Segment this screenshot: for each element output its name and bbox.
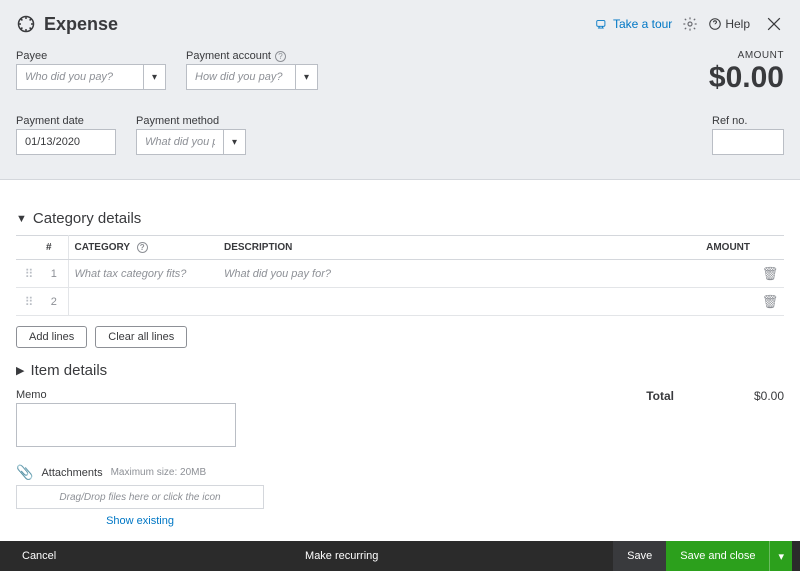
info-icon[interactable]: ?: [137, 242, 148, 253]
memo-textarea[interactable]: [16, 403, 236, 447]
settings-button[interactable]: [682, 16, 698, 32]
add-lines-button[interactable]: Add lines: [16, 326, 87, 348]
save-and-close-button[interactable]: Save and close: [666, 541, 769, 571]
ref-no-label: Ref no.: [712, 115, 784, 127]
help-button[interactable]: Help: [708, 17, 750, 31]
description-cell[interactable]: What did you pay for?: [218, 268, 331, 280]
payment-method-dropdown-button[interactable]: ▾: [224, 129, 246, 155]
attachment-icon[interactable]: 📎: [16, 464, 33, 481]
col-amount: AMOUNT: [676, 236, 756, 260]
expense-icon: [16, 14, 36, 34]
attachment-dropzone[interactable]: Drag/Drop files here or click the icon: [16, 485, 264, 509]
make-recurring-button[interactable]: Make recurring: [70, 541, 613, 571]
tour-icon: [595, 17, 609, 31]
ref-no-input[interactable]: [712, 129, 784, 155]
payment-account-input[interactable]: [186, 64, 296, 90]
clear-lines-button[interactable]: Clear all lines: [95, 326, 187, 348]
payee-input[interactable]: [16, 64, 144, 90]
take-tour-label: Take a tour: [613, 17, 672, 31]
footer-bar: Cancel Make recurring Save Save and clos…: [0, 541, 800, 571]
delete-row-button[interactable]: 🗑: [762, 294, 779, 309]
help-label: Help: [725, 17, 750, 31]
description-cell[interactable]: [218, 296, 224, 308]
close-icon: [764, 14, 784, 34]
amount-label: AMOUNT: [709, 50, 784, 61]
amount-cell[interactable]: [676, 260, 756, 288]
payment-method-label: Payment method: [136, 115, 246, 127]
payee-dropdown-button[interactable]: ▾: [144, 64, 166, 90]
help-icon: [708, 17, 722, 31]
payment-account-label: Payment account ?: [186, 50, 318, 62]
take-tour-link[interactable]: Take a tour: [595, 17, 672, 31]
drag-handle-icon[interactable]: ⠿: [25, 267, 32, 281]
drag-handle-icon[interactable]: ⠿: [25, 295, 32, 309]
attachments-label: Attachments: [41, 467, 102, 479]
category-section-title: Category details: [33, 210, 141, 227]
total-value: $0.00: [734, 389, 784, 403]
close-button[interactable]: [764, 14, 784, 34]
table-row[interactable]: ⠿ 1 What tax category fits? What did you…: [16, 260, 784, 288]
category-cell[interactable]: [69, 296, 75, 308]
table-row[interactable]: ⠿ 2 🗑: [16, 288, 784, 316]
row-num: 2: [40, 288, 68, 316]
gear-icon: [682, 16, 698, 32]
col-num: #: [40, 236, 68, 260]
category-toggle[interactable]: ▼: [16, 213, 27, 225]
save-and-close-dropdown[interactable]: ▾: [769, 541, 792, 571]
attachments-note: Maximum size: 20MB: [111, 467, 207, 478]
payment-date-label: Payment date: [16, 115, 116, 127]
row-num: 1: [40, 260, 68, 288]
col-description: DESCRIPTION: [218, 236, 676, 260]
items-section-title: Item details: [30, 362, 107, 379]
cancel-button[interactable]: Cancel: [8, 541, 70, 571]
header-panel: Expense Take a tour Help Payee: [0, 0, 800, 180]
payment-method-input[interactable]: [136, 129, 224, 155]
amount-cell[interactable]: [676, 288, 756, 316]
total-label: Total: [646, 389, 674, 403]
amount-value: $0.00: [709, 61, 784, 95]
payment-date-input[interactable]: [16, 129, 116, 155]
show-existing-link[interactable]: Show existing: [16, 515, 264, 527]
col-category: CATEGORY ?: [68, 236, 218, 260]
category-cell[interactable]: What tax category fits?: [69, 268, 187, 280]
info-icon[interactable]: ?: [275, 51, 286, 62]
category-table: # CATEGORY ? DESCRIPTION AMOUNT ⠿ 1 What…: [16, 235, 784, 316]
page-title: Expense: [44, 14, 118, 35]
items-toggle[interactable]: ▶: [16, 364, 24, 377]
save-button[interactable]: Save: [613, 541, 666, 571]
payee-label: Payee: [16, 50, 166, 62]
payment-account-dropdown-button[interactable]: ▾: [296, 64, 318, 90]
memo-label: Memo: [16, 389, 236, 401]
delete-row-button[interactable]: 🗑: [762, 266, 779, 281]
